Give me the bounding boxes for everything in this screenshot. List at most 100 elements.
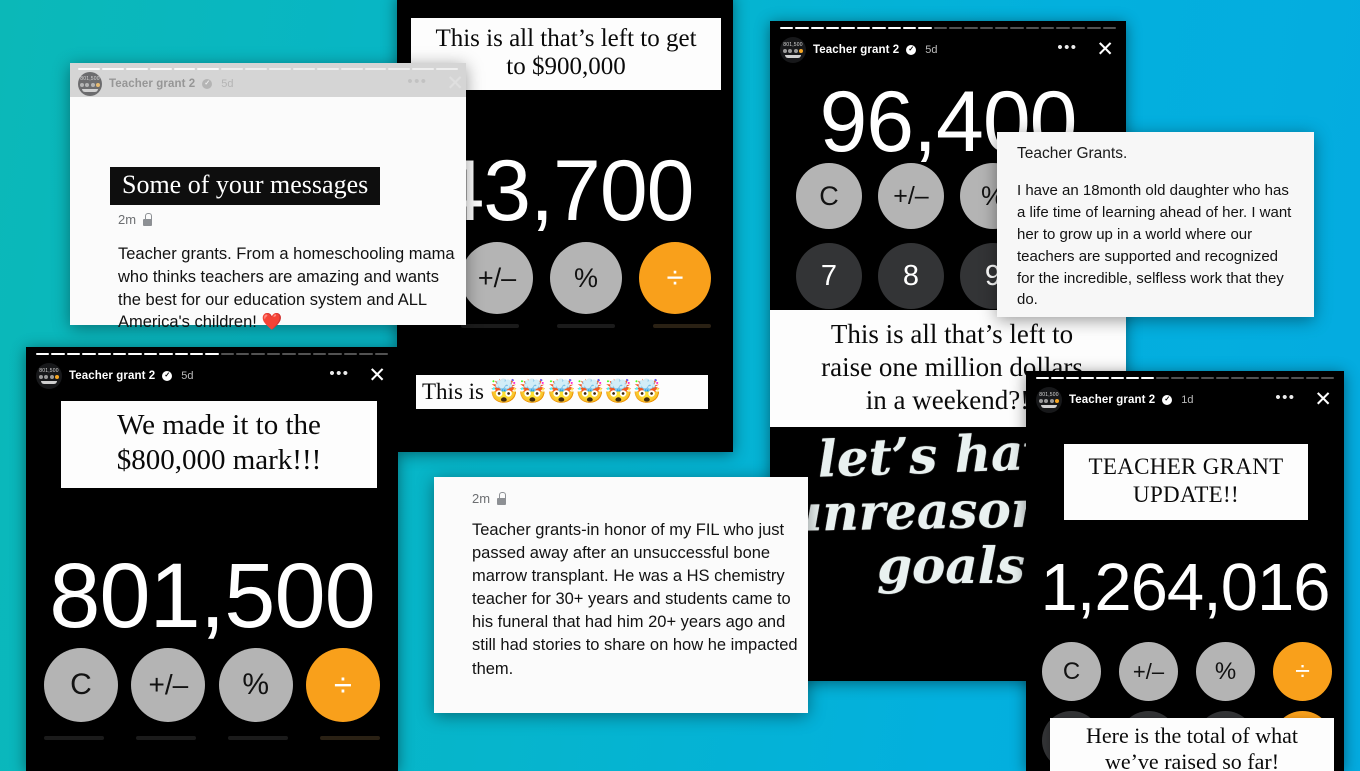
avatar-dots (1038, 399, 1060, 403)
key-clear[interactable]: C (1042, 642, 1101, 701)
more-options-icon[interactable]: ••• (407, 74, 427, 92)
story-progress-bars-1m[interactable] (780, 27, 1116, 29)
story-card-800k[interactable]: 801,500 Teacher grant 2 ✓ 5d ••• ✕ We ma… (26, 347, 398, 771)
verified-badge-icon: ✓ (906, 45, 917, 55)
avatar[interactable]: 801,500 (78, 72, 102, 96)
story-topbar-1m: 801,500 Teacher grant 2 ✓ 5d ••• ✕ (770, 21, 1126, 63)
avatar-number: 801,500 (39, 368, 59, 374)
key-divide[interactable]: ÷ (1273, 642, 1332, 701)
close-icon[interactable]: ✕ (1314, 389, 1332, 410)
story-header-1m: 801,500 Teacher grant 2 ✓ 5d ••• ✕ (780, 37, 1116, 63)
key-percent[interactable]: % (218, 648, 293, 722)
key-row-partial (461, 324, 711, 328)
calculator-keys-update[interactable]: C +/– % ÷ (1042, 642, 1332, 701)
avatar-bar (41, 381, 57, 384)
key-8[interactable]: 8 (878, 243, 944, 309)
message-body: Teacher grants-in honor of my FIL who ju… (472, 521, 798, 678)
avatar-number: 801,500 (1039, 392, 1059, 398)
story-progress-bars[interactable] (407, 0, 723, 2)
more-options-icon[interactable]: ••• (329, 366, 349, 384)
calculator-value-update: 1,264,016 (1040, 550, 1330, 625)
message-body: Teacher grants. From a homeschooling mam… (118, 243, 458, 334)
username[interactable]: Teacher grant 2 (813, 44, 899, 56)
story-header-update: 801,500 Teacher grant 2 ✓ 1d ••• ✕ (1036, 387, 1334, 413)
story-topbar-update: 801,500 Teacher grant 2 ✓ 1d ••• ✕ (1026, 371, 1344, 413)
story-timestamp: 5d (181, 370, 194, 382)
message-card-18month[interactable]: Teacher Grants. I have an 18month old da… (997, 132, 1314, 317)
avatar-bar (785, 55, 801, 58)
story-progress-bars-msg[interactable] (78, 68, 458, 70)
message-body: I have an 18month old daughter who has a… (1017, 182, 1292, 309)
more-options-icon[interactable]: ••• (1057, 40, 1077, 58)
calculator-keys-800k[interactable]: C +/– % ÷ (44, 648, 380, 722)
verified-badge-icon: ✓ (202, 79, 213, 89)
avatar[interactable]: 801,500 (780, 37, 806, 63)
lock-icon (142, 213, 153, 226)
footer-line-2: we’ve raised so far! (1104, 749, 1280, 771)
headline-line-2: $800,000 mark!!! (116, 443, 322, 476)
avatar-number: 801,500 (783, 42, 803, 48)
caption-line-1: This is all that’s left to (830, 319, 1074, 349)
key-row-partial-800k (44, 736, 380, 740)
avatar-dots (79, 83, 101, 87)
key-7[interactable]: 7 (796, 243, 862, 309)
message-meta: 2m (118, 212, 153, 227)
close-icon[interactable]: ✕ (368, 365, 386, 386)
close-icon[interactable]: ✕ (446, 73, 464, 94)
key-clear[interactable]: C (44, 648, 118, 722)
story-footer-update-overlay: Here is the total of what we’ve raised s… (1050, 718, 1334, 771)
message-body-text: Teacher grants. From a homeschooling mam… (118, 245, 455, 332)
username[interactable]: Teacher grant 2 (1069, 394, 1155, 406)
footer-line-1: Here is the total of what (1086, 723, 1298, 748)
calculator-keys-900k[interactable]: +/– % ÷ (461, 242, 711, 314)
key-clear[interactable]: C (796, 163, 862, 229)
key-divide[interactable]: ÷ (305, 648, 380, 722)
headline-line-1: This is all that’s left to get (435, 25, 697, 52)
verified-badge-icon: ✓ (162, 371, 173, 381)
username[interactable]: Teacher grant 2 (109, 78, 195, 90)
username[interactable]: Teacher grant 2 (69, 370, 155, 382)
story-card-update[interactable]: 801,500 Teacher grant 2 ✓ 1d ••• ✕ TEACH… (1026, 371, 1344, 771)
avatar-dots (782, 49, 804, 53)
message-meta: 2m (472, 491, 507, 506)
story-timestamp: 1d (1181, 394, 1194, 406)
key-percent[interactable]: % (1196, 642, 1255, 701)
story-headline-800k: We made it to the $800,000 mark!!! (61, 401, 377, 488)
key-divide[interactable]: ÷ (639, 242, 711, 314)
story-header-800k: 801,500 Teacher grant 2 ✓ 5d ••• ✕ (36, 363, 388, 389)
avatar-number: 801,500 (80, 76, 100, 82)
key-plus-minus[interactable]: +/– (878, 163, 944, 229)
key-plus-minus[interactable]: +/– (131, 648, 206, 722)
close-icon[interactable]: ✕ (1096, 39, 1114, 60)
message-timestamp: 2m (118, 212, 137, 227)
message-card-header-strip: 801,500 Teacher grant 2 ✓ 5d ••• ✕ (70, 63, 466, 97)
headline-line-1: TEACHER GRANT (1088, 454, 1284, 479)
message-timestamp: 2m (472, 491, 491, 506)
headline-line-1: We made it to the (117, 409, 321, 441)
key-plus-minus[interactable]: +/– (1119, 642, 1178, 701)
story-progress-bars-update[interactable] (1036, 377, 1334, 379)
avatar[interactable]: 801,500 (36, 363, 62, 389)
avatar-bar (82, 89, 98, 92)
lock-icon (496, 492, 507, 505)
message-title: Teacher Grants. (1017, 145, 1128, 162)
calculator-value-800k: 801,500 (49, 545, 376, 647)
verified-badge-icon: ✓ (1162, 395, 1173, 405)
headline-line-2: UPDATE!! (1133, 482, 1239, 508)
collage-canvas: This is all that’s left to get to $900,0… (0, 0, 1360, 771)
story-headline-update: TEACHER GRANT UPDATE!! (1064, 444, 1308, 521)
story-caption-emoji: This is 🤯🤯🤯🤯🤯🤯 (416, 375, 708, 409)
avatar[interactable]: 801,500 (1036, 387, 1062, 413)
story-timestamp: 5d (221, 78, 234, 90)
story-progress-bars-800k[interactable] (36, 353, 388, 355)
message-banner: Some of your messages (110, 167, 381, 205)
avatar-bar (1041, 405, 1057, 408)
message-card-homeschooling[interactable]: 801,500 Teacher grant 2 ✓ 5d ••• ✕ Some … (70, 63, 466, 331)
key-plus-minus[interactable]: +/– (461, 242, 533, 314)
story-timestamp: 5d (925, 44, 938, 56)
avatar-dots (38, 375, 60, 379)
message-card-fil[interactable]: 2m Teacher grants-in honor of my FIL who… (434, 477, 808, 713)
more-options-icon[interactable]: ••• (1275, 390, 1295, 408)
story-topbar-800k: 801,500 Teacher grant 2 ✓ 5d ••• ✕ (26, 347, 398, 389)
key-percent[interactable]: % (550, 242, 622, 314)
